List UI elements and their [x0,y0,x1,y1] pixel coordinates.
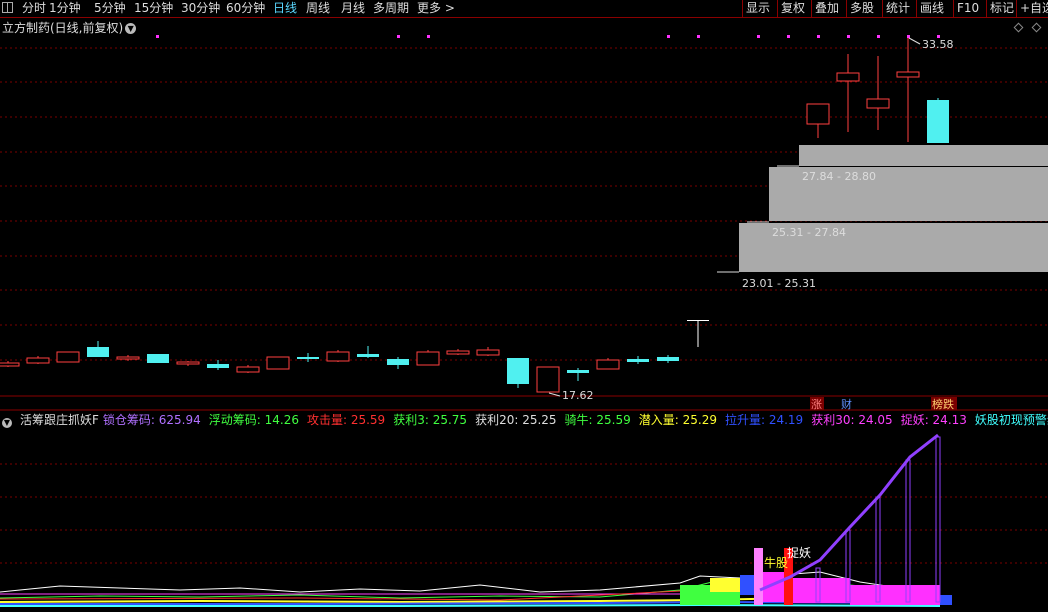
chip-range-label: 25.31 - 27.84 [772,226,846,239]
candle-body [387,359,409,365]
chip-distribution: 27.84 - 28.80 25.31 - 27.84 23.01 - 25.3… [717,145,1048,290]
marker-zhang[interactable]: 涨 [811,398,822,411]
candle-body [836,72,860,82]
candle-body [87,347,109,357]
candle-body [536,366,560,393]
candle-body [56,351,80,363]
event-markers: 涨 财 榜跌 [810,397,957,411]
candle-body [567,370,589,373]
indicator-value-3: 获利3: 25.75 [393,413,468,427]
candle-body [176,361,200,365]
candle-body [657,357,679,361]
candle-body [446,350,470,355]
candle-body [627,359,649,362]
chevron-down-icon[interactable]: ▼ [2,418,12,428]
indicator-value-6: 潜入量: 25.29 [638,413,717,427]
candle-body [116,356,140,360]
candle-body [297,357,319,359]
candle-body [266,356,290,370]
indicator-value-0: 锁仓筹码: 625.94 [102,413,201,427]
tag-niugu: 牛股 [764,555,788,570]
candle-body [476,349,500,356]
candle-body [326,351,350,362]
indicator-value-2: 攻击量: 25.59 [306,413,386,427]
candle-body [687,320,709,321]
candle-body [866,98,890,109]
candle-body [806,103,830,125]
high-price-label: 33.58 [922,38,954,51]
tag-zhuoyao: 捉妖 [787,545,811,560]
indicator-plot: 牛股 捉妖 [0,433,952,607]
indicator-value-9: 捉妖: 24.13 [900,413,967,427]
candle-body [207,364,229,368]
candle-body [0,362,20,367]
indicator-value-5: 骑牛: 25.59 [564,413,631,427]
chart-canvas: 27.84 - 28.80 25.31 - 27.84 23.01 - 25.3… [0,35,1048,607]
indicator-value-4: 获利20: 25.25 [475,413,557,427]
indicator-name[interactable]: 活筹跟庄抓妖F [20,413,99,427]
candle-body [26,357,50,364]
chip-range-label: 23.01 - 25.31 [742,277,816,290]
candle-body [236,366,260,373]
low-price-label: 17.62 [562,389,594,402]
candle-body [357,354,379,357]
candle-body [416,351,440,366]
marker-cai[interactable]: 财 [841,397,852,411]
indicator-value-8: 获利30: 24.05 [811,413,893,427]
candle-body [507,358,529,384]
marker-bang[interactable]: 榜跌 [932,397,954,411]
candle-body [596,359,620,370]
candle-body [147,354,169,363]
indicator-header: ▼ 活筹跟庄抓妖F 锁仓筹码: 625.94 浮动筹码: 14.26 攻击量: 25.5… [0,412,1048,428]
indicator-value-1: 浮动筹码: 14.26 [208,413,299,427]
indicator-value-10: 妖股初现预警线: 30.00 [974,413,1048,427]
candle-body [927,100,949,143]
signal-dots [156,35,940,38]
indicator-value-7: 拉升量: 24.19 [724,413,804,427]
indicator-grid [0,463,1048,564]
candle-body [896,71,920,78]
chip-range-label: 27.84 - 28.80 [802,170,876,183]
